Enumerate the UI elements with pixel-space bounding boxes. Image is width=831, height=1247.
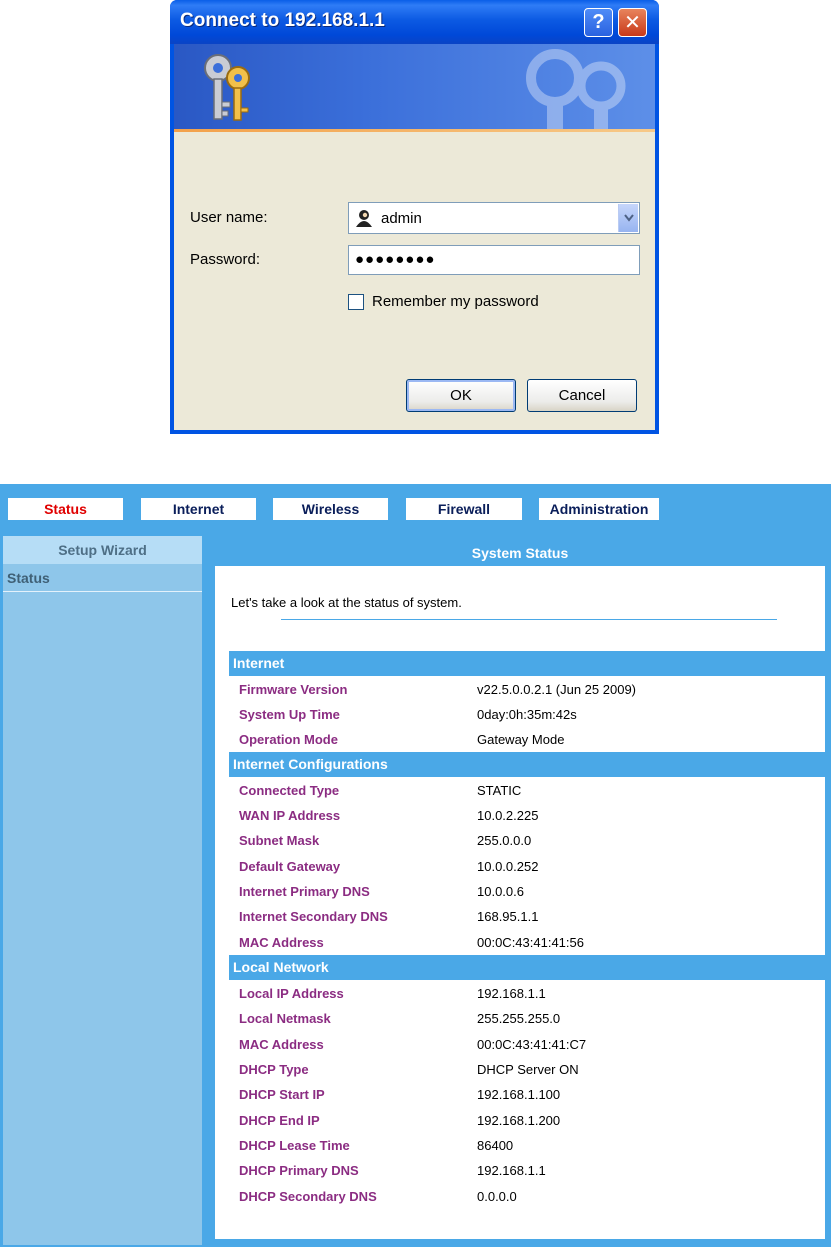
row-label: Subnet Mask <box>239 833 320 848</box>
username-combobox[interactable]: admin <box>348 202 640 234</box>
row-value: 0day:0h:35m:42s <box>477 707 577 722</box>
section-header-local-network: Local Network <box>229 955 825 980</box>
row-value: 255.255.255.0 <box>477 1011 561 1026</box>
row-value: 168.95.1.1 <box>477 909 539 924</box>
username-label: User name: <box>190 209 268 226</box>
tab-internet[interactable]: Internet <box>141 498 256 520</box>
table-row: DHCP Primary DNS 192.168.1.1 <box>229 1158 825 1183</box>
tab-firewall[interactable]: Firewall <box>406 498 522 520</box>
username-value: admin <box>381 210 422 227</box>
row-value: 0.0.0.0 <box>477 1189 517 1204</box>
row-value: DHCP Server ON <box>477 1062 579 1077</box>
row-label: Local Netmask <box>239 1011 331 1026</box>
login-dialog: Connect to 192.168.1.1 ? ✕ User name: ad… <box>170 0 659 434</box>
row-label: Firmware Version <box>239 682 348 697</box>
tab-administration[interactable]: Administration <box>539 498 659 520</box>
main-panel: System Status Let's take a look at the s… <box>211 536 829 1243</box>
dialog-title: Connect to 192.168.1.1 <box>180 10 385 31</box>
row-value: 192.168.1.100 <box>477 1087 561 1102</box>
ok-button[interactable]: OK <box>406 379 516 412</box>
close-icon: ✕ <box>624 12 641 34</box>
row-value: 255.0.0.0 <box>477 833 532 848</box>
dialog-banner <box>174 44 655 132</box>
table-row: DHCP Lease Time 86400 <box>229 1133 825 1158</box>
row-label: DHCP Primary DNS <box>239 1163 359 1178</box>
row-value: 10.0.0.252 <box>477 859 539 874</box>
row-value: STATIC <box>477 783 522 798</box>
row-label: MAC Address <box>239 935 324 950</box>
sidebar: Setup Wizard Status <box>3 536 202 1245</box>
row-value: Gateway Mode <box>477 732 565 747</box>
row-value: 10.0.2.225 <box>477 808 539 823</box>
intro-text: Let's take a look at the status of syste… <box>231 595 462 610</box>
chevron-down-icon <box>623 214 634 222</box>
row-label: DHCP Type <box>239 1062 309 1077</box>
table-row: Firmware Version v22.5.0.0.2.1 (Jun 25 2… <box>229 677 825 702</box>
remember-password-checkbox[interactable] <box>348 294 364 310</box>
tab-wireless[interactable]: Wireless <box>273 498 388 520</box>
divider <box>281 619 777 620</box>
password-label: Password: <box>190 251 261 268</box>
row-value: 192.168.1.200 <box>477 1113 561 1128</box>
table-row: Internet Primary DNS 10.0.0.6 <box>229 879 825 904</box>
row-label: Internet Secondary DNS <box>239 909 388 924</box>
row-label: Connected Type <box>239 783 340 798</box>
table-row: MAC Address 00:0C:43:41:41:C7 <box>229 1032 825 1057</box>
row-label: DHCP Lease Time <box>239 1138 350 1153</box>
row-value: 10.0.0.6 <box>477 884 524 899</box>
row-value: 86400 <box>477 1138 514 1153</box>
table-row: System Up Time 0day:0h:35m:42s <box>229 702 825 727</box>
page-title: System Status <box>215 540 825 566</box>
keys-icon <box>204 54 250 121</box>
router-status-page: Status Internet Wireless Firewall Admini… <box>0 484 831 1247</box>
table-row: Internet Secondary DNS 168.95.1.1 <box>229 904 825 929</box>
row-value: 192.168.1.1 <box>477 986 546 1001</box>
row-value: 00:0C:43:41:41:56 <box>477 935 584 950</box>
row-value: 00:0C:43:41:41:C7 <box>477 1037 587 1052</box>
table-row: DHCP Secondary DNS 0.0.0.0 <box>229 1184 825 1209</box>
table-row: Local Netmask 255.255.255.0 <box>229 1006 825 1031</box>
top-nav: Status Internet Wireless Firewall Admini… <box>0 484 831 531</box>
row-label: Local IP Address <box>239 986 344 1001</box>
close-button[interactable]: ✕ <box>618 8 647 37</box>
password-field[interactable]: ●●●●●●●● <box>348 245 640 275</box>
sidebar-setup-wizard[interactable]: Setup Wizard <box>3 536 202 564</box>
row-label: DHCP Secondary DNS <box>239 1189 377 1204</box>
row-label: WAN IP Address <box>239 808 341 823</box>
section-header-internet-configurations: Internet Configurations <box>229 752 825 777</box>
cancel-button[interactable]: Cancel <box>527 379 637 412</box>
username-dropdown-button[interactable] <box>618 204 638 232</box>
row-label: DHCP End IP <box>239 1113 320 1128</box>
sidebar-item-status[interactable]: Status <box>3 566 202 592</box>
table-row: Operation Mode Gateway Mode <box>229 727 825 752</box>
dialog-body: User name: admin Password: ●●●●●●●● Reme… <box>174 132 655 430</box>
tab-status[interactable]: Status <box>8 498 123 520</box>
table-row: MAC Address 00:0C:43:41:41:56 <box>229 930 825 955</box>
table-row: DHCP Type DHCP Server ON <box>229 1057 825 1082</box>
row-label: DHCP Start IP <box>239 1087 325 1102</box>
row-label: MAC Address <box>239 1037 324 1052</box>
dialog-titlebar[interactable]: Connect to 192.168.1.1 ? ✕ <box>170 0 659 44</box>
section-header-internet: Internet <box>229 651 825 676</box>
row-label: Operation Mode <box>239 732 338 747</box>
remember-password-label[interactable]: Remember my password <box>372 293 539 310</box>
table-row: DHCP Start IP 192.168.1.100 <box>229 1082 825 1107</box>
row-value: v22.5.0.0.2.1 (Jun 25 2009) <box>477 682 637 697</box>
row-label: System Up Time <box>239 707 340 722</box>
user-icon <box>356 210 372 227</box>
question-icon: ? <box>592 11 605 33</box>
row-label: Default Gateway <box>239 859 341 874</box>
table-row: DHCP End IP 192.168.1.200 <box>229 1108 825 1133</box>
table-row: Default Gateway 10.0.0.252 <box>229 854 825 879</box>
table-row: Local IP Address 192.168.1.1 <box>229 981 825 1006</box>
help-button[interactable]: ? <box>584 8 613 37</box>
table-row: WAN IP Address 10.0.2.225 <box>229 803 825 828</box>
table-row: Connected Type STATIC <box>229 778 825 803</box>
row-label: Internet Primary DNS <box>239 884 370 899</box>
keys-watermark-icon <box>526 49 626 132</box>
row-value: 192.168.1.1 <box>477 1163 546 1178</box>
table-row: Subnet Mask 255.0.0.0 <box>229 828 825 853</box>
